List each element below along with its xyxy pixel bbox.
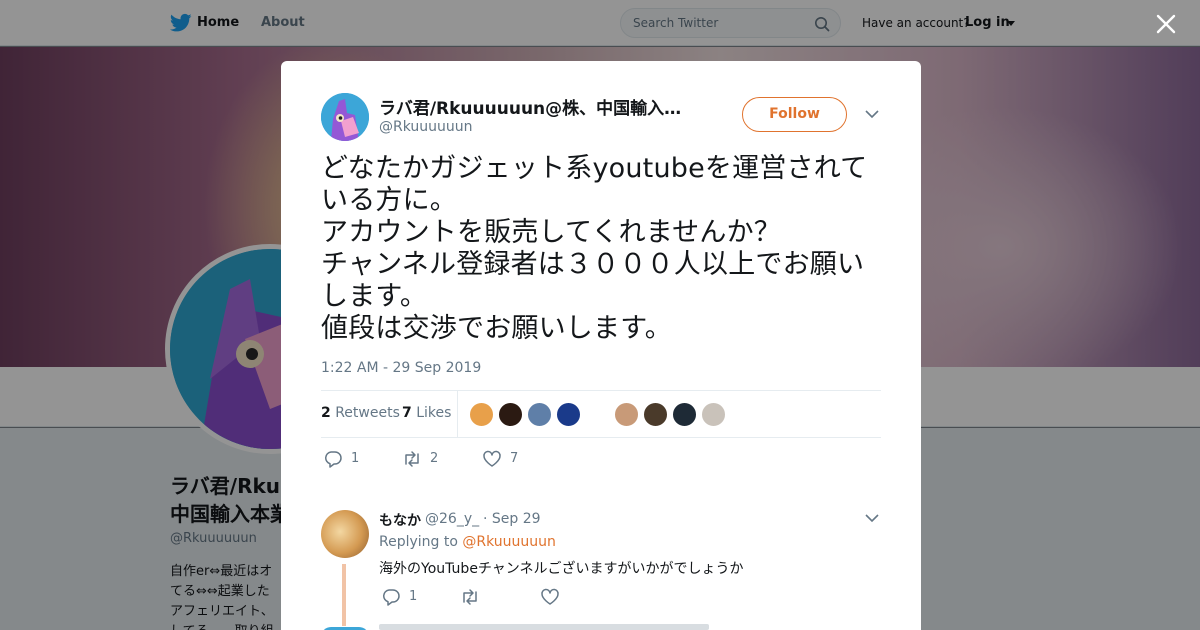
- retweet-icon[interactable]: [402, 450, 422, 468]
- reply-date[interactable]: · Sep 29: [483, 511, 541, 527]
- replying-to: Replying to @Rkuuuuuun: [379, 534, 556, 550]
- retweets-label: Retweets: [335, 405, 400, 421]
- tweet-text-line: チャンネル登録者は３０００人以上でお願い: [321, 249, 865, 280]
- author-handle[interactable]: @Rkuuuuuun: [379, 119, 473, 135]
- liker-avatar[interactable]: [469, 402, 494, 427]
- retweets-stat[interactable]: 2 Retweets: [321, 405, 400, 421]
- thread-line: [342, 564, 346, 626]
- divider: [321, 390, 881, 391]
- reply-icon[interactable]: [323, 450, 343, 468]
- replying-to-link[interactable]: @Rkuuuuuun: [462, 534, 556, 550]
- tweet-text-line: します。: [321, 281, 428, 312]
- retweet-count: 2: [430, 451, 439, 466]
- likes-label: Likes: [416, 405, 452, 421]
- retweets-count: 2: [321, 405, 331, 421]
- tweet-text: どなたかガジェット系youtubeを運営されて いる方に。 アカウントを販売して…: [321, 153, 886, 345]
- tweet-text-line: 値段は交渉でお願いします。: [321, 313, 672, 344]
- close-icon[interactable]: [1154, 12, 1178, 36]
- tweet-text-line: どなたかガジェット系youtubeを運営されて: [321, 153, 868, 184]
- chevron-down-icon[interactable]: [865, 513, 879, 523]
- like-count: 7: [510, 451, 519, 466]
- divider: [457, 391, 458, 437]
- next-reply-text: [379, 624, 709, 630]
- liker-avatar[interactable]: [556, 402, 581, 427]
- author-name[interactable]: ラバ君/Rkuuuuuun@株、中国輸入…: [379, 94, 689, 119]
- heart-icon[interactable]: [482, 450, 502, 468]
- retweet-icon[interactable]: [460, 588, 480, 606]
- follow-button[interactable]: Follow: [742, 97, 847, 132]
- likes-count: 7: [402, 405, 412, 421]
- liker-avatar[interactable]: [701, 402, 726, 427]
- reply-author-name[interactable]: もなか: [379, 510, 421, 530]
- likes-stat[interactable]: 7 Likes: [402, 405, 451, 421]
- replying-prefix: Replying to: [379, 534, 458, 550]
- llama-avatar-icon: [321, 93, 369, 141]
- chevron-down-icon[interactable]: [865, 109, 879, 119]
- reply-avatar[interactable]: [321, 510, 369, 558]
- tweet-timestamp[interactable]: 1:22 AM - 29 Sep 2019: [321, 360, 481, 376]
- liker-avatar[interactable]: [614, 402, 639, 427]
- liker-avatar[interactable]: [672, 402, 697, 427]
- tweet-modal: ラバ君/Rkuuuuuun@株、中国輸入… @Rkuuuuuun Follow …: [281, 61, 921, 630]
- tweet-text-line: アカウントを販売してくれませんか？: [321, 217, 781, 248]
- reply-icon[interactable]: [381, 588, 401, 606]
- tweet-text-line: いる方に。: [321, 185, 457, 216]
- liker-avatar[interactable]: [643, 402, 668, 427]
- liker-avatar[interactable]: [498, 402, 523, 427]
- heart-icon[interactable]: [540, 588, 560, 606]
- divider: [321, 437, 881, 438]
- reply-text: 海外のYouTubeチャンネルございますがいかがでしょうか: [379, 561, 744, 577]
- reply-author-handle[interactable]: @26_y_: [425, 511, 479, 527]
- author-avatar[interactable]: [321, 93, 369, 141]
- liker-avatar[interactable]: [585, 402, 610, 427]
- reply-reply-count: 1: [409, 589, 418, 604]
- liker-avatar[interactable]: [527, 402, 552, 427]
- reply-count: 1: [351, 451, 360, 466]
